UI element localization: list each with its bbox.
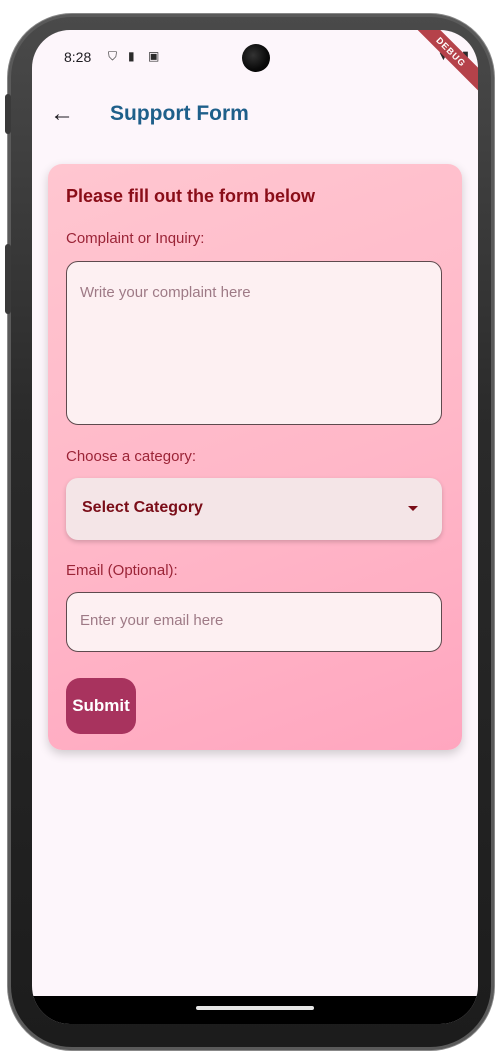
side-button [5,244,11,314]
screen: 8:28 ⛉ ▮ ▣ ▼◢▮ DEBUG ← Support Form Plea… [32,30,478,1024]
support-form-card: Please fill out the form below Complaint… [48,164,462,750]
notification-icon: ▣ [148,49,160,63]
navigation-bar [32,996,478,1024]
email-field[interactable]: Enter your email here [66,592,442,652]
home-indicator[interactable] [196,1006,314,1010]
arrow-left-icon[interactable]: ← [50,102,74,126]
status-bar: 8:28 ⛉ ▮ ▣ ▼◢▮ DEBUG [32,30,478,97]
submit-button[interactable]: Submit [66,678,136,734]
vpn-shield-icon: ⛉ [108,49,118,63]
complaint-textarea[interactable]: Write your complaint here [66,261,442,425]
sd-card-icon: ▮ [128,49,135,63]
status-time: 8:28 [64,49,92,65]
category-label: Choose a category: [66,448,197,465]
form-heading: Please fill out the form below [66,186,316,206]
app-bar: ← Support Form [32,92,478,140]
front-camera [242,44,270,72]
complaint-placeholder: Write your complaint here [80,284,251,301]
email-placeholder: Enter your email here [80,612,224,629]
side-button [5,94,11,134]
complaint-label: Complaint or Inquiry: [66,230,205,247]
category-dropdown[interactable]: Select Category [66,478,442,540]
caret-down-icon [408,506,418,511]
email-label: Email (Optional): [66,562,178,579]
page-title: Support Form [110,102,249,125]
category-selected-value: Select Category [82,499,203,516]
